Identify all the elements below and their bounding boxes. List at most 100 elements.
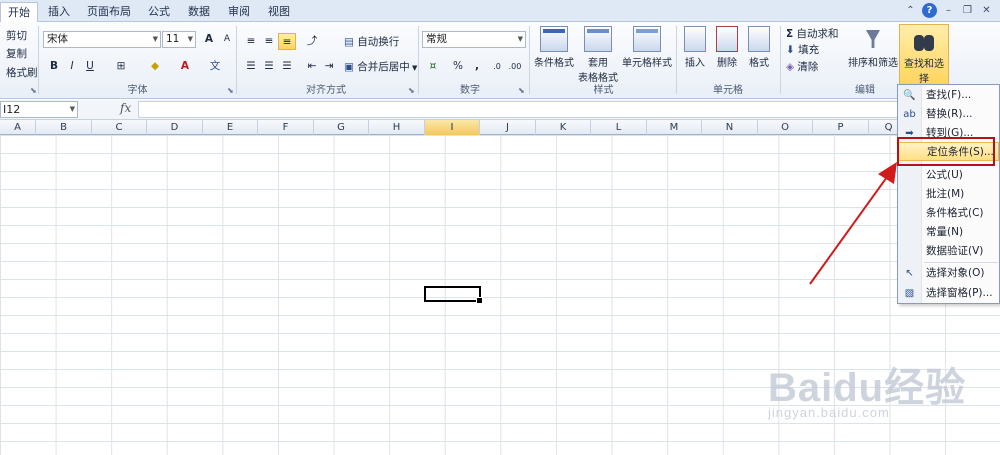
align-bottom-icon[interactable]: ≡	[278, 33, 296, 50]
column-header[interactable]: E	[203, 120, 258, 135]
comma-button[interactable]: ,	[468, 58, 486, 75]
menu-item-selection-pane[interactable]: ▧ 选择窗格(P)...	[898, 284, 999, 303]
tab-review[interactable]: 审阅	[220, 2, 258, 22]
help-icon[interactable]: ?	[922, 3, 937, 18]
menu-item-constants[interactable]: 常量(N)	[898, 223, 999, 242]
restore-icon[interactable]: ❐	[960, 3, 975, 18]
fill-button[interactable]: ⬇ 填充	[786, 42, 819, 57]
menu-item-conditional-format[interactable]: 条件格式(C)	[898, 204, 999, 223]
tab-page-layout[interactable]: 页面布局	[80, 2, 138, 22]
column-header[interactable]: G	[314, 120, 369, 135]
clipboard-launcher-icon[interactable]: ⬊	[30, 86, 37, 95]
number-format-select[interactable]: 常规 ▼	[422, 31, 526, 48]
number-group-label: 数字	[460, 85, 480, 96]
cell-styles-button[interactable]: 单元格样式	[620, 24, 674, 84]
font-color-button[interactable]: A	[176, 58, 194, 75]
column-header[interactable]: P	[813, 120, 869, 135]
menu-item-formulas[interactable]: 公式(U)	[898, 166, 999, 185]
menu-item-label: 替换(R)...	[926, 108, 973, 120]
align-top-icon[interactable]: ≡	[242, 33, 260, 50]
increase-indent-icon[interactable]: ⇥	[320, 58, 338, 75]
grow-font-button[interactable]: A	[200, 31, 218, 48]
tab-view[interactable]: 视图	[260, 2, 298, 22]
tab-home[interactable]: 开始	[0, 2, 38, 22]
tab-data[interactable]: 数据	[180, 2, 218, 22]
menu-item-data-validation[interactable]: 数据验证(V)	[898, 242, 999, 261]
column-header[interactable]: D	[147, 120, 203, 135]
autosum-button[interactable]: Σ 自动求和	[786, 26, 839, 41]
font-name-select[interactable]: 宋体 ▼	[43, 31, 161, 48]
format-painter-button[interactable]: 格式刷	[6, 65, 38, 80]
merge-center-button[interactable]: ▣ 合并后居中 ▼	[344, 59, 417, 74]
copy-button[interactable]: 复制	[6, 46, 27, 61]
column-header[interactable]: K	[536, 120, 591, 135]
chevron-down-icon: ▼	[69, 105, 75, 113]
percent-button[interactable]: %	[449, 58, 467, 75]
menu-item-label: 选择窗格(P)...	[926, 287, 993, 299]
find-select-button[interactable]: 查找和选择	[899, 24, 949, 86]
column-header[interactable]: A	[0, 120, 36, 135]
font-launcher-icon[interactable]: ⬊	[227, 86, 234, 95]
number-launcher-icon[interactable]: ⬊	[518, 86, 525, 95]
collapse-ribbon-icon[interactable]: ⌃	[903, 3, 918, 18]
column-header[interactable]: O	[758, 120, 813, 135]
menu-item-find[interactable]: 🔍 查找(F)...	[898, 86, 999, 105]
column-header[interactable]: H	[369, 120, 425, 135]
orientation-icon[interactable]: ⤴	[303, 33, 321, 50]
increase-decimal-button[interactable]: .0	[488, 58, 506, 75]
name-box[interactable]: I12 ▼	[0, 101, 78, 118]
replace-icon: ab	[903, 109, 916, 120]
tab-insert[interactable]: 插入	[40, 2, 78, 22]
column-header[interactable]: N	[702, 120, 758, 135]
phonetic-button[interactable]: 文	[206, 58, 224, 75]
name-box-value: I12	[3, 103, 21, 116]
menu-item-replace[interactable]: ab 替换(R)...	[898, 105, 999, 124]
insert-function-button[interactable]: fx	[120, 101, 131, 115]
column-header-selected[interactable]: I	[425, 120, 480, 135]
merge-center-icon: ▣	[344, 61, 358, 73]
align-center-icon[interactable]: ☰	[260, 58, 278, 75]
clear-button[interactable]: ◈ 清除	[786, 59, 818, 74]
alignment-launcher-icon[interactable]: ⬊	[408, 86, 415, 95]
shrink-font-button[interactable]: A	[218, 31, 236, 48]
align-right-icon[interactable]: ☰	[278, 58, 296, 75]
minimize-icon[interactable]: –	[941, 3, 956, 18]
active-cell[interactable]	[424, 286, 483, 304]
border-icon[interactable]: ⊞	[112, 58, 130, 75]
bold-button[interactable]: B	[45, 58, 63, 75]
align-left-icon[interactable]: ☰	[242, 58, 260, 75]
sort-filter-button[interactable]: 排序和筛选	[848, 24, 898, 84]
menu-item-comments[interactable]: 批注(M)	[898, 185, 999, 204]
column-header[interactable]: F	[258, 120, 314, 135]
decrease-decimal-button[interactable]: .00	[506, 58, 524, 75]
column-header[interactable]: L	[591, 120, 647, 135]
tab-formulas[interactable]: 公式	[140, 2, 178, 22]
column-header[interactable]: B	[36, 120, 92, 135]
decrease-indent-icon[interactable]: ⇤	[303, 58, 321, 75]
italic-button[interactable]: I	[63, 58, 81, 75]
close-icon[interactable]: ✕	[979, 3, 994, 18]
column-header[interactable]: M	[647, 120, 702, 135]
format-cells-button[interactable]: 格式	[744, 24, 774, 84]
fill-color-icon[interactable]: ◆	[146, 58, 164, 75]
font-size-select[interactable]: 11 ▼	[162, 31, 196, 48]
binoculars-icon	[911, 27, 937, 53]
insert-cells-label: 插入	[685, 58, 705, 69]
insert-cells-button[interactable]: 插入	[680, 24, 710, 84]
currency-icon[interactable]: ¤	[424, 58, 442, 75]
format-as-table-button[interactable]: 套用 表格格式	[578, 24, 618, 84]
column-header[interactable]: C	[92, 120, 147, 135]
menu-item-select-objects[interactable]: ↖ 选择对象(O)	[898, 264, 999, 283]
wrap-text-button[interactable]: ▤ 自动换行	[344, 34, 399, 49]
ribbon: 剪切 复制 格式刷 ⬊ 宋体 ▼ 11 ▼ A A B I U ⊞ ◆ A 文 …	[0, 22, 1000, 99]
align-middle-icon[interactable]: ≡	[260, 33, 278, 50]
delete-cells-button[interactable]: 删除	[712, 24, 742, 84]
group-divider	[676, 26, 677, 94]
cut-button[interactable]: 剪切	[6, 28, 27, 43]
menu-separator	[924, 262, 998, 263]
conditional-format-button[interactable]: 条件格式	[532, 24, 576, 84]
column-header[interactable]: J	[480, 120, 536, 135]
formula-input[interactable]	[138, 101, 898, 118]
underline-button[interactable]: U	[81, 58, 99, 75]
wrap-text-icon: ▤	[344, 36, 358, 48]
